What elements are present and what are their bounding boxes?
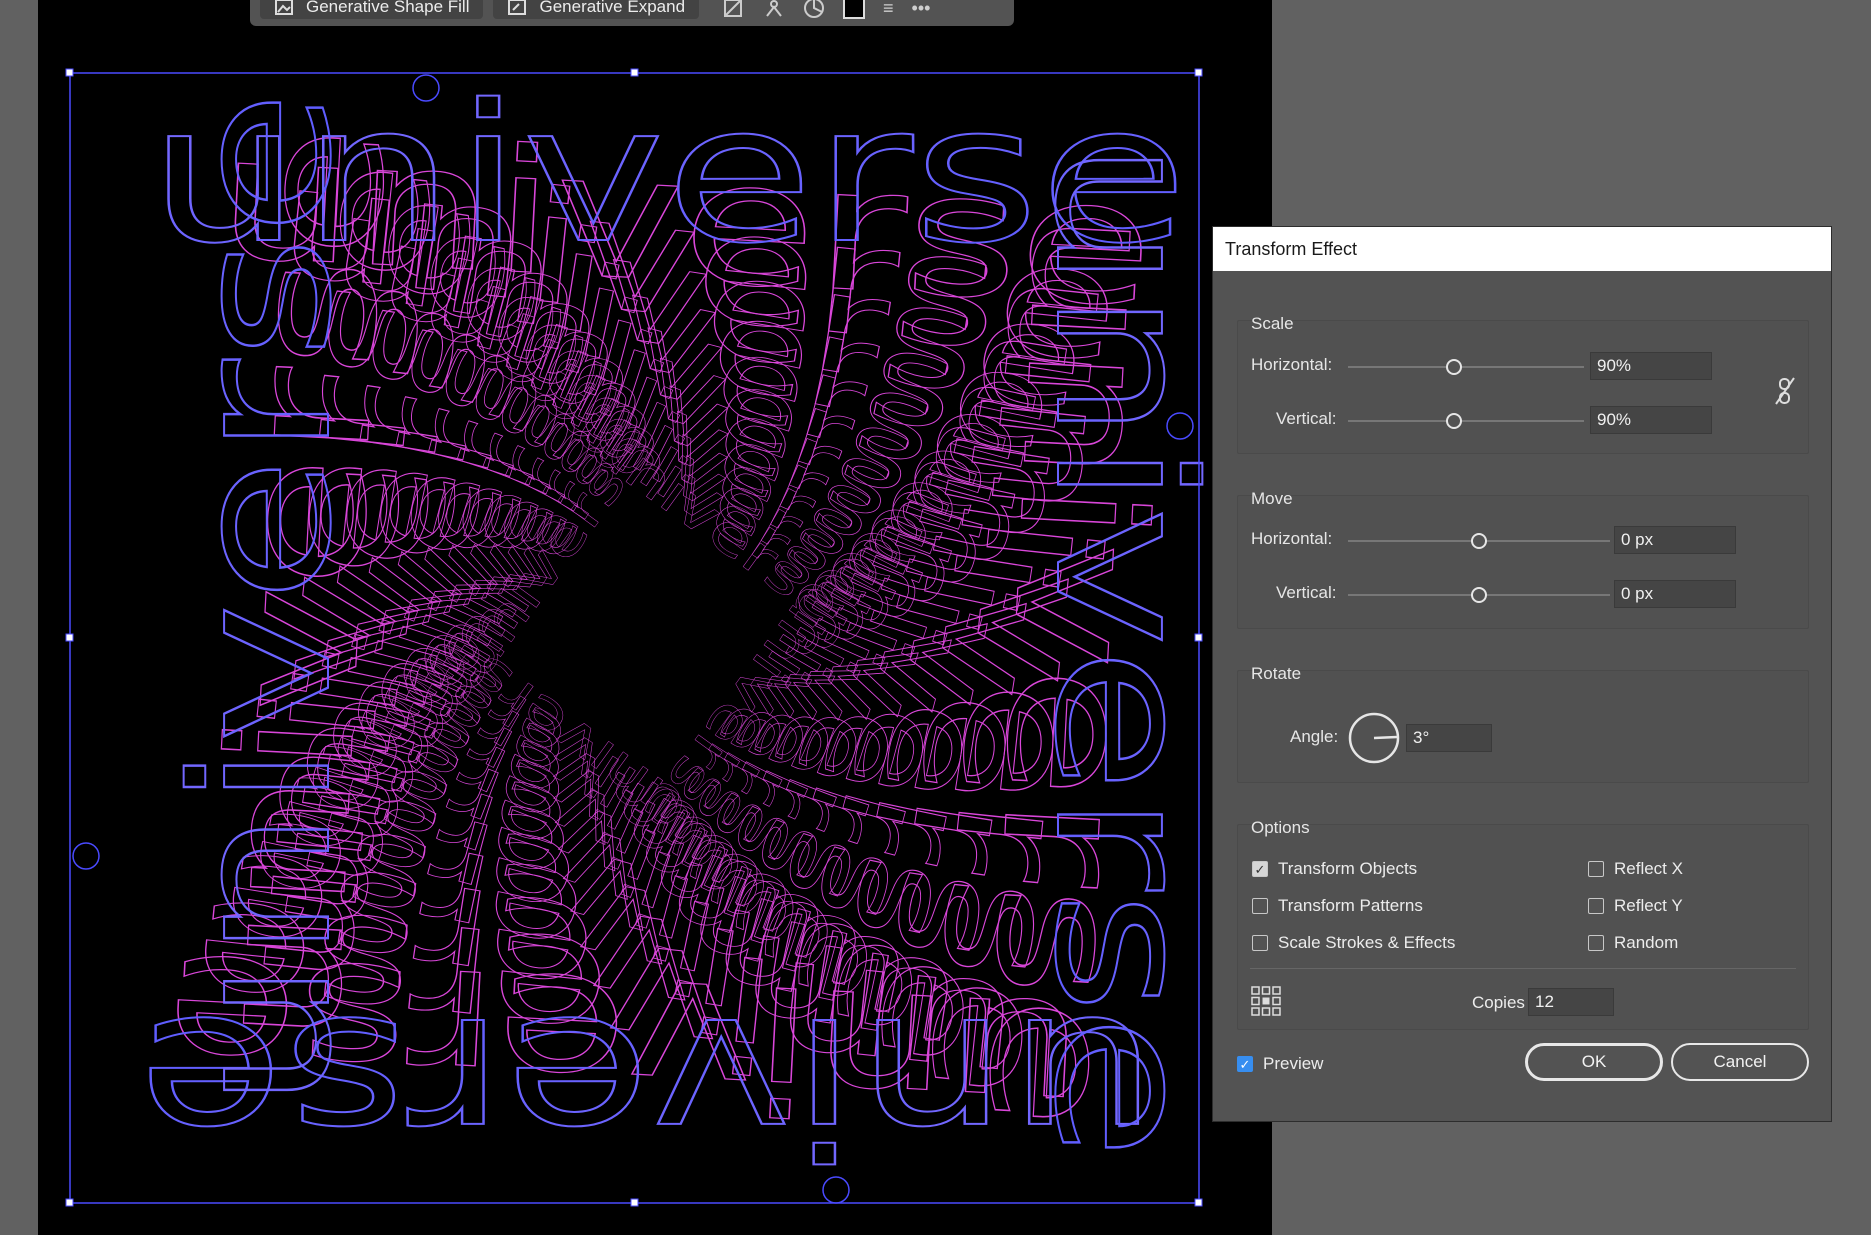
angle-dial[interactable] — [1347, 711, 1401, 765]
word-left: universe — [152, 90, 373, 1110]
recolor-icon[interactable] — [723, 0, 745, 18]
preview-checkbox[interactable]: ✓ — [1237, 1056, 1253, 1072]
fill-swatch[interactable] — [843, 0, 866, 19]
random-checkbox[interactable] — [1588, 935, 1604, 951]
artwork-canvas[interactable]: universeuniverseuniverse universeuniverse… — [38, 0, 1272, 1235]
copies-label: Copies — [1472, 993, 1525, 1012]
reflect-x-checkbox[interactable] — [1588, 861, 1604, 877]
artboard: universe universe universe universe universe… — [38, 0, 1272, 1235]
scale-group-label: Scale — [1251, 314, 1294, 333]
transform-effect-dialog: Transform Effect Scale Horizontal: 90% V… — [1212, 226, 1832, 1122]
scale-horizontal-label: Horizontal: — [1251, 355, 1333, 374]
move-horizontal-input[interactable]: 0 px — [1614, 526, 1736, 554]
transform-patterns-checkbox[interactable] — [1252, 898, 1268, 914]
handle — [1194, 1198, 1203, 1207]
copies-input[interactable]: 12 — [1528, 988, 1614, 1016]
generative-shape-fill-button[interactable]: Generative Shape Fill — [260, 0, 484, 19]
angle-label: Angle: — [1290, 727, 1339, 746]
options-divider — [1250, 968, 1796, 969]
cancel-button[interactable]: Cancel — [1671, 1043, 1809, 1081]
dialog-title: Transform Effect — [1213, 227, 1831, 271]
handle — [630, 1198, 639, 1207]
scale-vertical-slider[interactable] — [1446, 413, 1463, 429]
handle — [1194, 633, 1203, 642]
reflect-y-label: Reflect Y — [1614, 896, 1683, 915]
options-group-label: Options — [1251, 818, 1310, 837]
generative-expand-button[interactable]: Generative Expand — [493, 0, 700, 19]
angle-input[interactable]: 3° — [1406, 724, 1492, 752]
scale-strokes-checkbox[interactable] — [1252, 935, 1268, 951]
generative-expand-label: Generative Expand — [539, 0, 686, 16]
move-vertical-input[interactable]: 0 px — [1614, 580, 1736, 608]
handle — [65, 633, 74, 642]
scale-horizontal-slider[interactable] — [1446, 359, 1463, 375]
puppet-warp-icon[interactable] — [763, 0, 785, 18]
handle — [65, 1198, 74, 1207]
preview-label: Preview — [1263, 1054, 1324, 1073]
move-group: Move Horizontal: 0 px Vertical: 0 px — [1237, 489, 1809, 629]
move-horizontal-label: Horizontal: — [1251, 529, 1333, 548]
word-right: universe — [1013, 140, 1234, 1160]
color-wheel-icon[interactable] — [803, 0, 825, 19]
random-label: Random — [1614, 933, 1679, 952]
reflect-y-checkbox[interactable] — [1588, 898, 1604, 914]
generative-shape-fill-icon — [275, 0, 293, 15]
scale-horizontal-track — [1348, 366, 1584, 368]
move-group-label: Move — [1251, 489, 1293, 508]
generative-expand-icon — [508, 0, 527, 15]
generative-shape-fill-label: Generative Shape Fill — [306, 0, 470, 16]
scale-horizontal-input[interactable]: 90% — [1590, 352, 1712, 380]
constrain-proportions-icon[interactable] — [1774, 376, 1796, 406]
ok-button[interactable]: OK — [1525, 1043, 1663, 1081]
transform-objects-checkbox[interactable]: ✓ — [1252, 861, 1268, 877]
more-options-icon[interactable]: ••• — [912, 0, 931, 19]
transform-objects-label: Transform Objects — [1278, 859, 1418, 878]
align-menu-icon[interactable]: ≡ — [883, 0, 894, 19]
handle — [65, 68, 74, 77]
scale-vertical-track — [1348, 420, 1584, 422]
move-horizontal-slider[interactable] — [1471, 533, 1487, 549]
scale-vertical-label: Vertical: — [1276, 409, 1337, 428]
rotate-group-label: Rotate — [1251, 664, 1302, 683]
move-vertical-slider[interactable] — [1471, 587, 1487, 603]
move-vertical-label: Vertical: — [1276, 583, 1337, 602]
scale-vertical-input[interactable]: 90% — [1590, 406, 1712, 434]
transform-patterns-label: Transform Patterns — [1278, 896, 1423, 915]
scale-strokes-label: Scale Strokes & Effects — [1278, 933, 1456, 952]
rotate-group: Rotate Angle: 3° — [1237, 664, 1809, 783]
handle — [1194, 68, 1203, 77]
reference-point-icon[interactable] — [1251, 986, 1281, 1016]
options-group: Options ✓ Transform Objects Transform Pa… — [1237, 818, 1809, 1030]
handle — [630, 68, 639, 77]
scale-group: Scale Horizontal: 90% Vertical: 90% — [1237, 314, 1809, 454]
contextual-task-bar: Generative Shape Fill Generative Expand … — [250, 0, 1014, 26]
reflect-x-label: Reflect X — [1614, 859, 1683, 878]
